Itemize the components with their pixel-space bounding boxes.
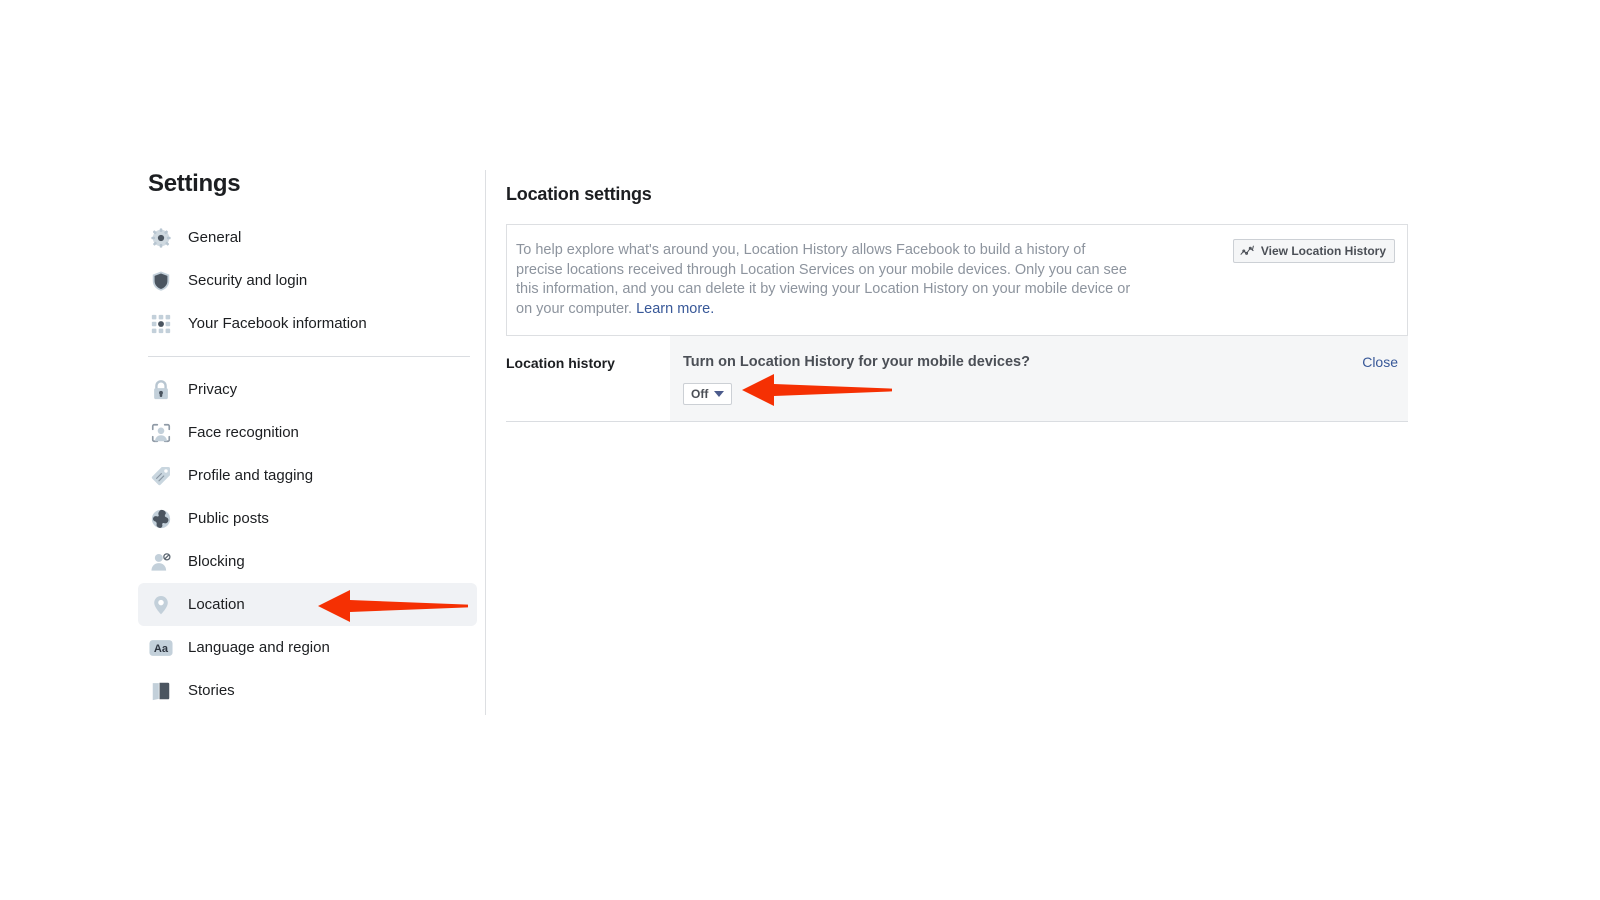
learn-more-link[interactable]: Learn more. — [636, 301, 714, 317]
sidebar-item-label: Language and region — [188, 638, 330, 656]
location-settings-main: Location settings To help explore what's… — [506, 184, 1408, 423]
settings-sidebar: Settings General Security and login Your… — [138, 170, 486, 715]
sidebar-item-blocking[interactable]: Blocking — [138, 540, 477, 583]
sidebar-item-stories[interactable]: Stories — [138, 669, 477, 712]
chevron-down-icon — [714, 391, 725, 398]
sidebar-item-label: Stories — [188, 681, 235, 699]
sidebar-item-label: Privacy — [188, 380, 238, 398]
sidebar-item-privacy[interactable]: Privacy — [138, 368, 477, 411]
sidebar-item-label: Location — [188, 595, 245, 613]
shield-icon — [148, 268, 174, 294]
main-title: Location settings — [506, 184, 652, 204]
location-history-question: Turn on Location History for your mobile… — [683, 354, 1030, 371]
sidebar-item-general[interactable]: General — [138, 216, 477, 259]
tag-icon — [148, 463, 174, 489]
location-history-toggle-value: Off — [691, 387, 709, 402]
globe-icon — [148, 506, 174, 532]
view-location-history-label: View Location History — [1260, 244, 1386, 258]
view-location-history-button[interactable]: View Location History — [1232, 239, 1395, 263]
location-history-row: Location history Turn on Location Histor… — [506, 336, 1408, 423]
location-history-toggle-select[interactable]: Off — [683, 383, 733, 406]
sidebar-group-account: General Security and login Your Facebook… — [138, 216, 477, 345]
aa-text-icon: Aa — [148, 635, 174, 661]
book-icon — [148, 678, 174, 704]
sidebar-item-label: Blocking — [188, 552, 245, 570]
gear-icon — [148, 225, 174, 251]
location-history-label: Location history — [506, 355, 615, 372]
map-pin-icon — [148, 592, 174, 618]
face-scan-icon — [148, 420, 174, 446]
sidebar-item-public-posts[interactable]: Public posts — [138, 497, 477, 540]
settings-page: Settings General Security and login Your… — [0, 0, 1600, 900]
sidebar-item-language-and-region[interactable]: Aa Language and region — [138, 626, 477, 669]
svg-text:Aa: Aa — [154, 643, 169, 655]
page-title: Settings — [148, 170, 241, 197]
person-block-icon — [148, 549, 174, 575]
sidebar-item-label: Face recognition — [188, 423, 299, 441]
sidebar-item-label: Public posts — [188, 509, 269, 527]
sidebar-divider — [148, 356, 470, 357]
sidebar-item-label: General — [188, 228, 242, 246]
info-description-text: To help explore what's around you, Locat… — [516, 242, 1131, 317]
close-link[interactable]: Close — [1362, 354, 1398, 370]
info-description: To help explore what's around you, Locat… — [516, 241, 1136, 319]
sidebar-item-security-and-login[interactable]: Security and login — [138, 259, 477, 302]
sidebar-item-location[interactable]: Location — [138, 583, 477, 626]
grid-dots-icon — [148, 311, 174, 337]
activity-chart-icon — [1240, 245, 1255, 258]
sidebar-item-your-facebook-information[interactable]: Your Facebook information — [138, 302, 477, 345]
sidebar-item-face-recognition[interactable]: Face recognition — [138, 411, 477, 454]
sidebar-item-profile-and-tagging[interactable]: Profile and tagging — [138, 454, 477, 497]
location-history-info-card: To help explore what's around you, Locat… — [506, 224, 1408, 337]
sidebar-group-privacy: Privacy Face recognition Profile and tag… — [138, 368, 477, 712]
sidebar-item-label: Profile and tagging — [188, 466, 314, 484]
location-history-prompt-panel: Turn on Location History for your mobile… — [670, 336, 1408, 422]
sidebar-item-label: Your Facebook information — [188, 314, 367, 332]
sidebar-item-label: Security and login — [188, 271, 308, 289]
lock-icon — [148, 377, 174, 403]
